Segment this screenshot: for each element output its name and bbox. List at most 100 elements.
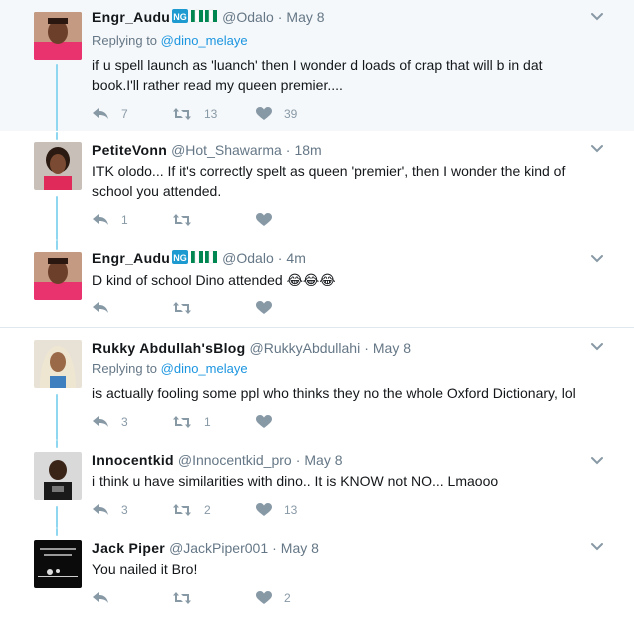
- retweet-icon: [173, 416, 191, 428]
- replying-prefix: Replying to: [92, 361, 161, 376]
- tweet-text: D kind of school Dino attended 😂😂😂: [92, 272, 336, 288]
- timestamp[interactable]: 4m: [286, 250, 305, 266]
- retweet-button[interactable]: [172, 210, 204, 230]
- tweet-text: ITK olodo... If it's correctly spelt as …: [92, 163, 566, 199]
- replying-to: Replying to @dino_melaye: [92, 33, 594, 49]
- tweet[interactable]: Engr_Audu NG @Odalo · May 8 Replying to @din…: [0, 0, 634, 131]
- heart-icon: [256, 301, 272, 314]
- avatar[interactable]: [34, 142, 82, 190]
- tweet-text: You nailed it Bro!: [92, 561, 198, 577]
- timestamp[interactable]: May 8: [304, 452, 342, 468]
- user-handle[interactable]: @Hot_Shawarma: [171, 142, 282, 158]
- timestamp[interactable]: May 8: [373, 340, 411, 356]
- like-button[interactable]: [256, 412, 284, 432]
- user-handle[interactable]: @Odalo: [222, 250, 274, 266]
- chevron-down-icon[interactable]: [590, 254, 604, 264]
- heart-icon: [256, 503, 272, 516]
- tweet[interactable]: Jack Piper @JackPiper001 · May 8 You nailed…: [0, 528, 634, 619]
- thread-line: [56, 506, 58, 528]
- avatar[interactable]: [34, 452, 82, 500]
- retweet-icon: [173, 504, 191, 516]
- separator-dot: ·: [295, 452, 301, 468]
- retweet-icon: [173, 214, 191, 226]
- like-count: 39: [284, 107, 298, 121]
- reply-icon: [93, 504, 108, 515]
- chevron-down-icon[interactable]: [590, 144, 604, 154]
- retweet-button[interactable]: [172, 298, 204, 318]
- separator-dot: ·: [364, 340, 369, 356]
- reply-button[interactable]: 3: [92, 500, 128, 520]
- thread-line: [56, 394, 58, 440]
- replying-to: Replying to @dino_melaye: [92, 361, 594, 377]
- tweet-text: i think u have similarities with dino.. …: [92, 473, 499, 489]
- user-handle[interactable]: @Odalo: [222, 9, 274, 25]
- retweet-count: 13: [204, 107, 218, 121]
- thread-line: [56, 240, 58, 250]
- country-badge-label: NG: [173, 253, 187, 263]
- separator-dot: ·: [277, 250, 283, 266]
- retweet-button[interactable]: 1: [172, 412, 211, 432]
- tweet[interactable]: PetiteVonn @Hot_Shawarma · 18m ITK olodo...…: [0, 132, 634, 240]
- reply-button[interactable]: [92, 298, 121, 318]
- country-badge: NG: [172, 9, 218, 27]
- reply-button[interactable]: 3: [92, 412, 128, 432]
- display-name[interactable]: PetiteVonn: [92, 142, 167, 158]
- reply-button[interactable]: 7: [92, 104, 128, 124]
- retweet-icon: [173, 592, 191, 604]
- replying-to-link[interactable]: @dino_melaye: [161, 33, 248, 48]
- chevron-down-icon[interactable]: [590, 456, 604, 466]
- retweet-button[interactable]: 13: [172, 104, 217, 124]
- heart-icon: [256, 591, 272, 604]
- thread-line: [56, 196, 58, 240]
- separator-dot: ·: [285, 142, 291, 158]
- tweet-thread: Engr_Audu NG @Odalo · May 8 Replying to @din…: [0, 0, 634, 619]
- like-button[interactable]: [256, 210, 284, 230]
- reply-count: 7: [121, 107, 128, 121]
- heart-icon: [256, 107, 272, 120]
- reply-icon: [93, 214, 108, 225]
- like-button[interactable]: 13: [256, 500, 297, 520]
- avatar[interactable]: [34, 340, 82, 388]
- chevron-down-icon[interactable]: [590, 12, 604, 22]
- display-name[interactable]: Engr_Audu: [92, 250, 170, 266]
- display-name[interactable]: Engr_Audu: [92, 9, 170, 25]
- like-count: 2: [284, 591, 291, 605]
- retweet-icon: [173, 302, 191, 314]
- avatar[interactable]: [34, 540, 82, 588]
- replying-to-link[interactable]: @dino_melaye: [161, 361, 248, 376]
- tweet[interactable]: Rukky Abdullah'sBlog @RukkyAbdullahi · May …: [0, 328, 634, 440]
- reply-count: 3: [121, 503, 128, 517]
- thread-line: [56, 132, 58, 140]
- replying-prefix: Replying to: [92, 33, 161, 48]
- country-badge-label: NG: [173, 12, 187, 22]
- reply-button[interactable]: [92, 588, 121, 608]
- like-count: 13: [284, 503, 298, 517]
- timestamp[interactable]: May 8: [281, 540, 319, 556]
- user-handle[interactable]: @RukkyAbdullahi: [250, 340, 361, 356]
- like-button[interactable]: 39: [256, 104, 297, 124]
- display-name[interactable]: Jack Piper: [92, 540, 165, 556]
- tweet-text: is actually fooling some ppl who thinks …: [92, 385, 576, 401]
- timestamp[interactable]: May 8: [286, 9, 324, 25]
- chevron-down-icon[interactable]: [590, 542, 604, 552]
- avatar[interactable]: [34, 252, 82, 300]
- display-name[interactable]: Rukky Abdullah'sBlog: [92, 340, 246, 356]
- timestamp[interactable]: 18m: [294, 142, 321, 158]
- avatar[interactable]: [34, 12, 82, 60]
- retweet-button[interactable]: 2: [172, 500, 211, 520]
- reply-button[interactable]: 1: [92, 210, 128, 230]
- user-handle[interactable]: @JackPiper001: [169, 540, 268, 556]
- reply-icon: [93, 302, 108, 313]
- tweet[interactable]: Engr_Audu NG @Odalo · 4m D kind of school Di…: [0, 240, 634, 326]
- like-button[interactable]: [256, 298, 284, 318]
- like-button[interactable]: 2: [256, 588, 291, 608]
- tweet-text: if u spell launch as 'luanch' then I won…: [92, 57, 543, 93]
- heart-icon: [256, 415, 272, 428]
- user-handle[interactable]: @Innocentkid_pro: [178, 452, 292, 468]
- thread-line: [56, 64, 58, 131]
- tweet[interactable]: Innocentkid @Innocentkid_pro · May 8 i thin…: [0, 440, 634, 528]
- separator-dot: ·: [277, 9, 283, 25]
- chevron-down-icon[interactable]: [590, 342, 604, 352]
- display-name[interactable]: Innocentkid: [92, 452, 174, 468]
- retweet-button[interactable]: [172, 588, 204, 608]
